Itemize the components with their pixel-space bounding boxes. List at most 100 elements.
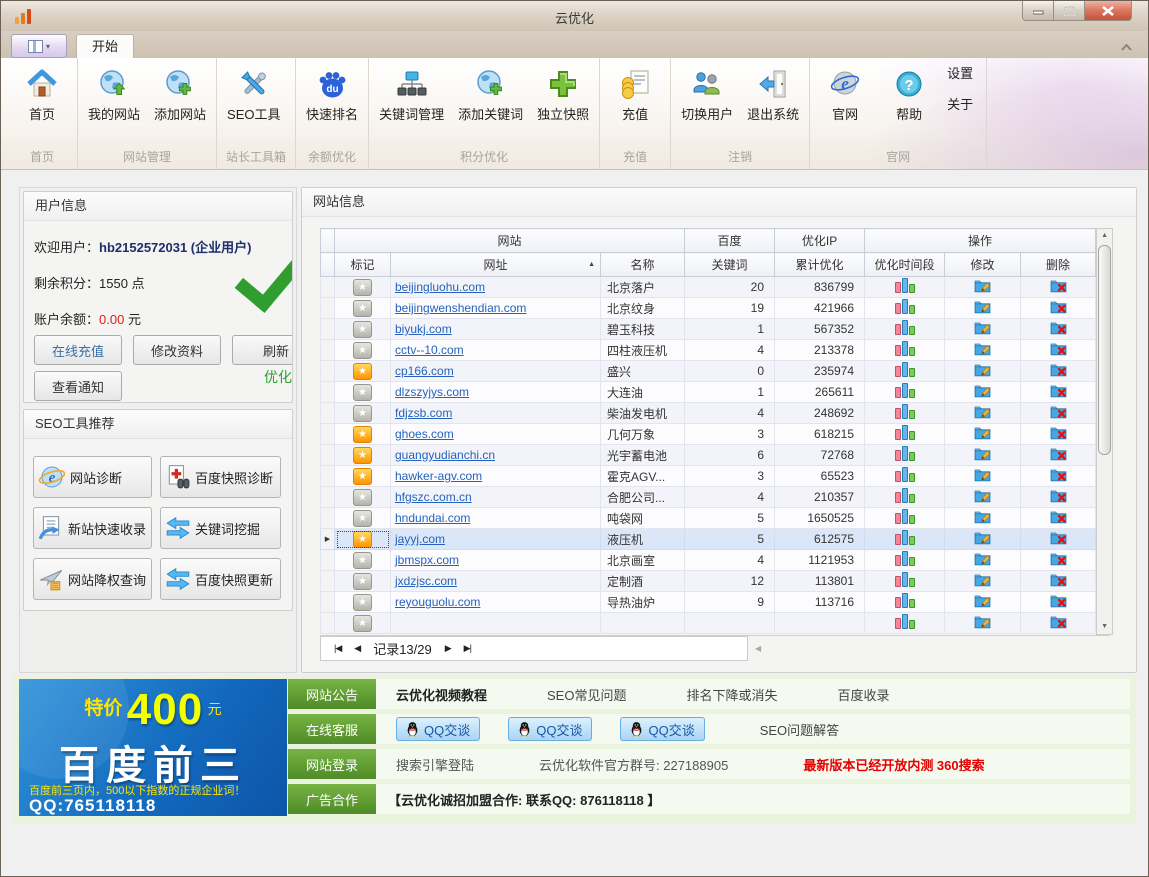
period-cell[interactable] [865,592,945,613]
hscroll-left-arrow[interactable]: ◀ [755,644,761,653]
edit-cell[interactable] [945,529,1021,550]
col-header-period[interactable]: 优化时间段 [865,253,945,277]
site-url-link[interactable]: biyukj.com [395,322,452,336]
next-page-button[interactable]: ▶ [445,643,451,654]
star-cell[interactable]: ★ [335,613,391,634]
delete-cell[interactable] [1021,529,1096,550]
edit-cell[interactable] [945,571,1021,592]
period-cell[interactable] [865,424,945,445]
delete-cell[interactable] [1021,613,1096,634]
star-cell[interactable]: ★ [335,403,391,424]
prev-page-button[interactable]: ◀ [354,643,360,654]
star-cell[interactable]: ★ [335,508,391,529]
qq-chat-button[interactable]: QQ交谈 [396,717,480,741]
minimize-button[interactable] [1022,1,1054,21]
period-cell[interactable] [865,319,945,340]
site-url-link[interactable]: jbmspx.com [395,553,459,567]
star-cell[interactable]: ★ [335,529,391,550]
col-header-url[interactable]: 网址▲ [391,253,601,277]
ribbon-collapse-button[interactable] [1118,41,1134,53]
footer-link-engine-login[interactable]: 搜索引擎登陆 [396,755,474,774]
site-url-link[interactable]: beijingluohu.com [395,280,485,294]
tool-downgrade-check-button[interactable]: 网站降权查询 [33,558,152,600]
last-page-button[interactable]: ▶| [464,643,471,654]
delete-cell[interactable] [1021,340,1096,361]
edit-profile-button[interactable]: 修改资料 [133,335,221,365]
delete-cell[interactable] [1021,424,1096,445]
refresh-button[interactable]: 刷新 [232,335,292,365]
star-cell[interactable]: ★ [335,298,391,319]
delete-cell[interactable] [1021,445,1096,466]
col-header-mark[interactable]: 标记 [335,253,391,277]
edit-cell[interactable] [945,340,1021,361]
edit-cell[interactable] [945,382,1021,403]
delete-cell[interactable] [1021,508,1096,529]
edit-cell[interactable] [945,319,1021,340]
edit-cell[interactable] [945,550,1021,571]
star-cell[interactable]: ★ [335,382,391,403]
delete-cell[interactable] [1021,466,1096,487]
star-cell[interactable]: ★ [335,445,391,466]
star-cell[interactable]: ★ [335,571,391,592]
site-url-link[interactable]: reyouguolu.com [395,595,480,609]
edit-cell[interactable] [945,508,1021,529]
site-url-link[interactable]: hndundai.com [395,511,470,525]
delete-cell[interactable] [1021,571,1096,592]
tool-keyword-dig-button[interactable]: 新站快速收录 [33,507,152,549]
site-url-link[interactable]: ghoes.com [395,427,454,441]
site-url-link[interactable]: jayyj.com [395,532,445,546]
edit-cell[interactable] [945,298,1021,319]
ribbon-button-switch-user[interactable]: 切换用户 [674,63,740,127]
delete-cell[interactable] [1021,403,1096,424]
delete-cell[interactable] [1021,550,1096,571]
ribbon-button-official-site[interactable]: e 官网 [813,63,877,127]
star-cell[interactable]: ★ [335,487,391,508]
footer-link-baidu-index[interactable]: 百度收录 [838,685,890,704]
period-cell[interactable] [865,445,945,466]
edit-cell[interactable] [945,466,1021,487]
view-notice-button[interactable]: 查看通知 [34,371,122,401]
app-menu-button[interactable]: ▾ [11,34,67,58]
site-url-link[interactable]: jxdzjsc.com [395,574,457,588]
delete-cell[interactable] [1021,361,1096,382]
footer-link-faq[interactable]: SEO常见问题 [547,685,626,704]
col-header-delete[interactable]: 删除 [1021,253,1096,277]
qq-chat-button[interactable]: QQ交谈 [620,717,704,741]
period-cell[interactable] [865,613,945,634]
ad-banner[interactable]: 特价 400 元 百度前三 百度前三页内，500以下指数的正规企业词！ QQ:7… [19,679,287,816]
edit-cell[interactable] [945,403,1021,424]
site-url-link[interactable]: hawker-agv.com [395,469,482,483]
col-header-name[interactable]: 名称 [601,253,685,277]
period-cell[interactable] [865,298,945,319]
ribbon-button-seo-tools[interactable]: SEO工具 [220,63,287,127]
tool-snapshot-update-button[interactable]: 百度快照更新 [160,558,281,600]
edit-cell[interactable] [945,592,1021,613]
ribbon-button-home[interactable]: 首页 [10,63,74,127]
star-cell[interactable]: ★ [335,361,391,382]
period-cell[interactable] [865,466,945,487]
first-page-button[interactable]: |◀ [334,643,341,654]
scroll-down-icon[interactable]: ▼ [1101,620,1108,634]
col-header-total[interactable]: 累计优化 [775,253,865,277]
tool-fast-index-button[interactable]: 关键词挖掘 [160,507,281,549]
tool-snapshot-diagnose-button[interactable]: 百度快照诊断 [160,456,281,498]
period-cell[interactable] [865,361,945,382]
tool-site-diagnose-button[interactable]: e 网站诊断 [33,456,152,498]
edit-cell[interactable] [945,613,1021,634]
delete-cell[interactable] [1021,319,1096,340]
ribbon-button-help[interactable]: ? 帮助 [877,63,941,127]
period-cell[interactable] [865,508,945,529]
vertical-scrollbar[interactable]: ▲ ▼ [1096,228,1113,635]
maximize-button[interactable] [1053,1,1085,21]
delete-cell[interactable] [1021,487,1096,508]
edit-cell[interactable] [945,487,1021,508]
site-url-link[interactable]: cp166.com [395,364,454,378]
star-cell[interactable]: ★ [335,466,391,487]
footer-link-video[interactable]: 云优化视频教程 [396,685,487,704]
site-url-link[interactable]: dlzszyjys.com [395,385,469,399]
edit-cell[interactable] [945,424,1021,445]
ribbon-button-recharge[interactable]: 充值 [603,63,667,127]
period-cell[interactable] [865,277,945,298]
footer-link-rank-drop[interactable]: 排名下降或消失 [686,685,777,704]
ribbon-button-add-site[interactable]: 添加网站 [147,63,213,127]
